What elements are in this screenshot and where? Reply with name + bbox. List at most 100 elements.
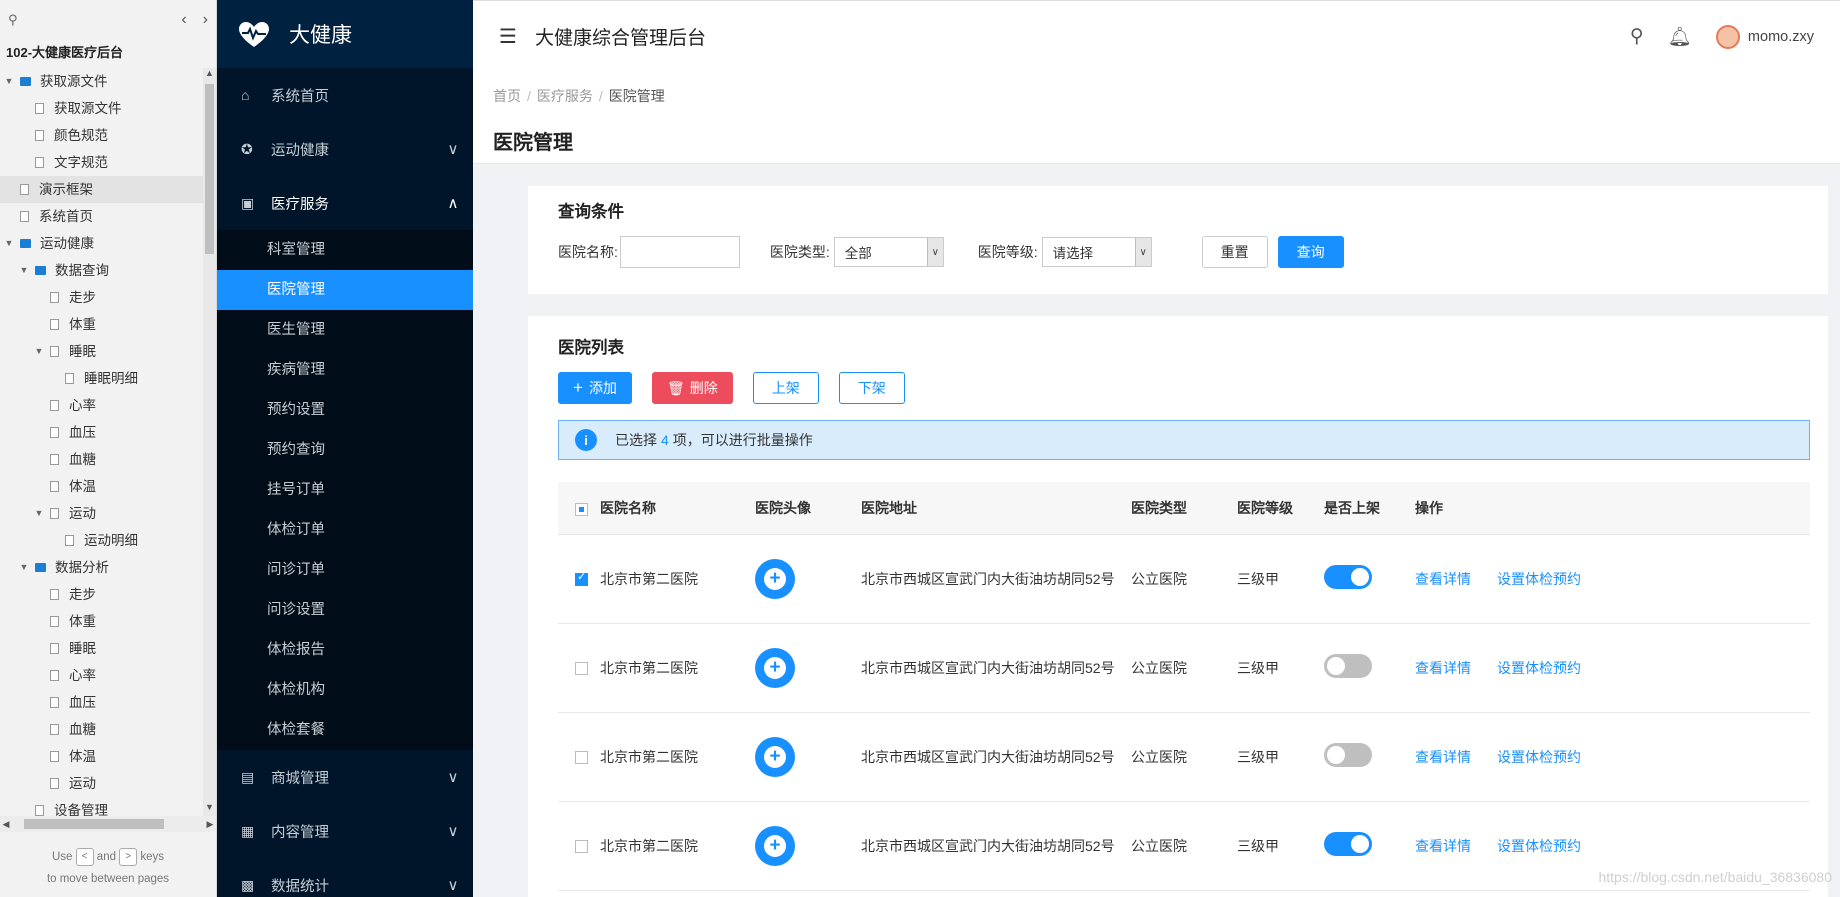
hospital-level: 三级甲 [1237, 623, 1324, 713]
shelf-toggle[interactable] [1324, 654, 1372, 678]
scrollbar-thumb[interactable] [24, 819, 164, 829]
row-checkbox[interactable] [575, 570, 588, 587]
shelf-toggle[interactable] [1324, 565, 1372, 589]
sitemap-item[interactable]: 演示框架 [0, 176, 203, 203]
scroll-right-icon[interactable]: ▶ [204, 819, 216, 830]
sitemap-item[interactable]: 心率 [0, 662, 203, 689]
sitemap-item[interactable]: 体重 [0, 311, 203, 338]
app-logo-text: 大健康 [289, 24, 352, 47]
row-checkbox[interactable] [575, 751, 588, 765]
sitemap-item[interactable]: 血压 [0, 689, 203, 716]
sitemap-item[interactable]: 体温 [0, 473, 203, 500]
shelf-down-button[interactable]: 下架 [838, 372, 905, 404]
sitemap-item[interactable]: 睡眠 [0, 635, 203, 662]
search-icon[interactable]: ⚲ [8, 12, 18, 28]
sitemap-item[interactable]: ▼ 数据分析 [0, 554, 203, 581]
sitemap-item[interactable]: ▼ 睡眠 [0, 338, 203, 365]
search-button[interactable]: 查询 [1277, 236, 1344, 268]
menu-item-stats[interactable]: ▩ 数据统计 ∨ [217, 858, 473, 897]
sitemap-item[interactable]: 文字规范 [0, 149, 203, 176]
sitemap-item[interactable]: 运动明细 [0, 527, 203, 554]
sitemap-item[interactable]: 获取源文件 [0, 95, 203, 122]
submenu-item[interactable]: 体检订单 [217, 510, 473, 550]
reset-button[interactable]: 重置 [1201, 236, 1268, 268]
sitemap-item[interactable]: ▼ 运动 [0, 500, 203, 527]
sitemap-item[interactable]: 系统首页 [0, 203, 203, 230]
row-checkbox[interactable] [575, 662, 588, 676]
submenu-item[interactable]: 问诊设置 [217, 590, 473, 630]
scroll-left-icon[interactable]: ◀ [0, 819, 12, 830]
sitemap-item[interactable]: ▼ 运动健康 [0, 230, 203, 257]
expand-toggle-icon[interactable]: ▼ [19, 257, 29, 284]
expand-toggle-icon[interactable]: ▼ [4, 230, 14, 257]
sitemap-horizontal-scrollbar[interactable]: ◀ ▶ [0, 816, 216, 832]
select-all-checkbox[interactable] [575, 502, 588, 516]
sitemap-item[interactable]: 血糖 [0, 446, 203, 473]
submenu-item[interactable]: 预约查询 [217, 430, 473, 470]
breadcrumb-item[interactable]: 医疗服务 [537, 88, 593, 104]
hospital-level-select[interactable]: 请选择 ∨ [1041, 237, 1152, 267]
sitemap-item[interactable]: 睡眠明细 [0, 365, 203, 392]
username[interactable]: momo.zxy [1748, 29, 1814, 45]
expand-toggle-icon[interactable]: ▼ [34, 500, 44, 527]
view-detail-link[interactable]: 查看详情 [1415, 838, 1471, 854]
submenu-item[interactable]: 科室管理 [217, 230, 473, 270]
submenu-item[interactable]: 预约设置 [217, 390, 473, 430]
scroll-up-icon[interactable]: ▲ [203, 68, 216, 82]
scroll-down-icon[interactable]: ▼ [203, 802, 216, 816]
menu-fold-icon[interactable]: ☰ [499, 24, 517, 49]
hospital-type-select[interactable]: 全部 ∨ [833, 237, 944, 267]
sitemap-item-label: 运动 [69, 776, 96, 791]
sitemap-item[interactable]: 血压 [0, 419, 203, 446]
sitemap-item[interactable]: 设备管理 [0, 797, 203, 816]
sitemap-item[interactable]: 走步 [0, 581, 203, 608]
expand-toggle-icon[interactable]: ▼ [4, 68, 14, 95]
sitemap-item[interactable]: 体重 [0, 608, 203, 635]
add-button[interactable]: + 添加 [558, 372, 632, 404]
sitemap-item[interactable]: 血糖 [0, 716, 203, 743]
menu-item-content[interactable]: ▦ 内容管理 ∨ [217, 804, 473, 858]
shelf-up-button[interactable]: 上架 [752, 372, 819, 404]
shelf-toggle[interactable] [1324, 743, 1372, 767]
menu-item-medical[interactable]: ▣ 医疗服务 ∧ [217, 176, 473, 230]
set-checkup-link[interactable]: 设置体检预约 [1497, 660, 1581, 676]
sitemap-item[interactable]: 颜色规范 [0, 122, 203, 149]
sitemap-item[interactable]: 运动 [0, 770, 203, 797]
hospital-name-input[interactable] [619, 236, 740, 268]
bell-icon[interactable]: 🔔︎ [1668, 25, 1692, 49]
sitemap-item[interactable]: 走步 [0, 284, 203, 311]
menu-item-sports[interactable]: ✪ 运动健康 ∨ [217, 122, 473, 176]
menu-item-mall[interactable]: ▤ 商城管理 ∨ [217, 750, 473, 804]
submenu-item[interactable]: 医生管理 [217, 310, 473, 350]
submenu-item[interactable]: 体检机构 [217, 670, 473, 710]
row-checkbox[interactable] [575, 840, 588, 854]
submenu-item[interactable]: 疾病管理 [217, 350, 473, 390]
breadcrumb-item[interactable]: 首页 [493, 88, 521, 104]
expand-toggle-icon[interactable]: ▼ [34, 338, 44, 365]
set-checkup-link[interactable]: 设置体检预约 [1497, 749, 1581, 765]
scrollbar-thumb[interactable] [205, 84, 214, 254]
menu-item-home[interactable]: ⌂ 系统首页 [217, 68, 473, 122]
avatar[interactable] [1715, 24, 1740, 49]
view-detail-link[interactable]: 查看详情 [1415, 571, 1471, 587]
search-icon[interactable]: ⚲ [1630, 25, 1644, 48]
sitemap-item[interactable]: 心率 [0, 392, 203, 419]
submenu-item[interactable]: 挂号订单 [217, 470, 473, 510]
sitemap-item[interactable]: ▼ 获取源文件 [0, 68, 203, 95]
submenu-item[interactable]: 体检报告 [217, 630, 473, 670]
expand-toggle-icon[interactable]: ▼ [19, 554, 29, 581]
next-page-icon[interactable]: › [203, 11, 208, 29]
view-detail-link[interactable]: 查看详情 [1415, 749, 1471, 765]
delete-button[interactable]: 🗑︎ 删除 [651, 372, 733, 404]
shelf-toggle[interactable] [1324, 832, 1372, 856]
submenu-item[interactable]: 医院管理 [217, 270, 473, 310]
view-detail-link[interactable]: 查看详情 [1415, 660, 1471, 676]
set-checkup-link[interactable]: 设置体检预约 [1497, 571, 1581, 587]
submenu-item[interactable]: 体检套餐 [217, 710, 473, 750]
sitemap-item[interactable]: ▼ 数据查询 [0, 257, 203, 284]
prev-page-icon[interactable]: ‹ [181, 11, 186, 29]
sitemap-item[interactable]: 体温 [0, 743, 203, 770]
set-checkup-link[interactable]: 设置体检预约 [1497, 838, 1581, 854]
sitemap-vertical-scrollbar[interactable]: ▲ ▼ [203, 68, 216, 816]
submenu-item[interactable]: 问诊订单 [217, 550, 473, 590]
